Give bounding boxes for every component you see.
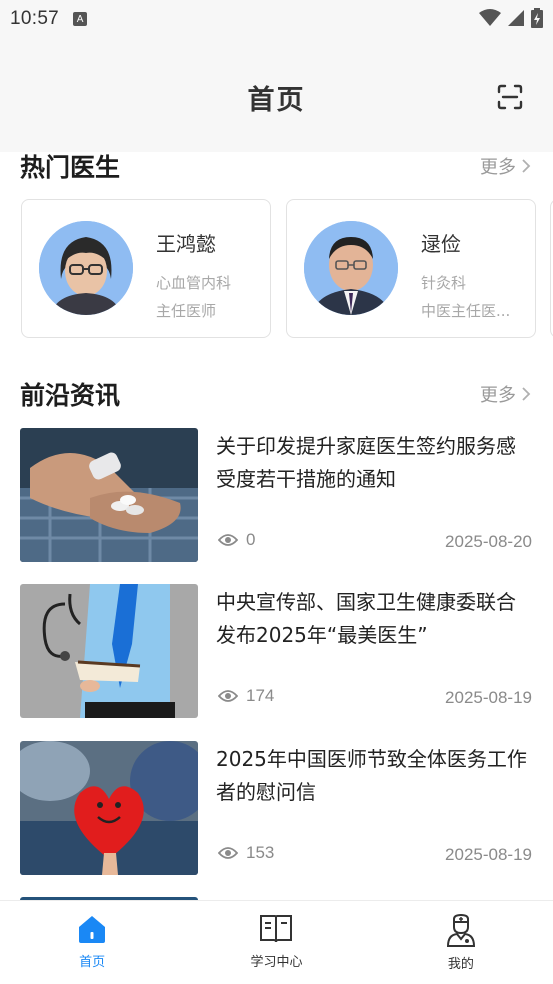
- scan-icon[interactable]: [497, 84, 523, 110]
- news-title-text: 关于印发提升家庭医生签约服务感受度若干措施的通知: [216, 434, 516, 491]
- eye-icon: [218, 690, 238, 702]
- hot-doctors-title: 热门医生: [20, 153, 121, 182]
- news-item[interactable]: 2025年中国医师节致全体医务工作者的慰问信 153 2025-08-19: [20, 741, 533, 875]
- home-content[interactable]: 热门医生 更多 王鸿懿 心血管内科 主任医师 逯俭 针灸科 中医主任医... 前…: [0, 152, 553, 900]
- nav-home-label: 首页: [79, 955, 106, 970]
- book-icon: [260, 915, 293, 943]
- hot-doctors-header: 热门医生 更多: [20, 152, 531, 184]
- page-title: 首页: [247, 84, 306, 116]
- news-view-count: 153: [218, 843, 274, 863]
- doctor-title: 主任医师: [156, 302, 217, 320]
- news-more-link[interactable]: 更多: [480, 381, 531, 407]
- doctor-avatar: [39, 221, 133, 315]
- doctor-department: 心血管内科: [156, 274, 232, 292]
- nav-profile[interactable]: 我的: [369, 901, 553, 984]
- news-title-text: 2025年中国医师节致全体医务工作者的慰问信: [216, 747, 527, 804]
- notification-icon: A: [73, 12, 88, 26]
- battery-icon: [531, 8, 543, 28]
- news-title: 前沿资讯: [20, 381, 121, 410]
- bottom-nav: 首页 学习中心 我的: [0, 900, 553, 984]
- doctor-department: 针灸科: [421, 274, 467, 292]
- nav-learning-label: 学习中心: [250, 955, 303, 970]
- news-header: 前沿资讯 更多: [20, 376, 531, 412]
- hot-doctors-more-link[interactable]: 更多: [480, 153, 531, 179]
- status-time: 10:57: [10, 8, 60, 29]
- views-value: 0: [246, 530, 256, 549]
- doctor-profile-icon: [446, 913, 475, 947]
- news-view-count: 0: [218, 530, 255, 550]
- doctor-name: 王鸿懿: [156, 232, 216, 256]
- news-date: 2025-08-19: [445, 688, 532, 707]
- more-label: 更多: [480, 157, 516, 178]
- views-value: 174: [246, 686, 275, 705]
- status-bar: 10:57 A: [0, 0, 553, 38]
- views-value: 153: [246, 843, 275, 862]
- news-item[interactable]: 中央宣传部、国家卫生健康委联合发布2025年“最美医生” 174 2025-08…: [20, 584, 533, 718]
- news-title-text: 中央宣传部、国家卫生健康委联合发布2025年“最美医生”: [216, 590, 516, 647]
- news-thumbnail: [20, 428, 198, 562]
- eye-icon: [218, 534, 238, 546]
- doctor-card[interactable]: 逯俭 针灸科 中医主任医...: [286, 199, 536, 338]
- doctor-title: 中医主任医...: [421, 302, 511, 320]
- more-label: 更多: [480, 385, 516, 406]
- status-icons: [479, 8, 543, 28]
- news-date: 2025-08-20: [445, 532, 532, 551]
- home-icon: [79, 916, 106, 943]
- news-thumbnail: [20, 741, 198, 875]
- signal-icon: [508, 10, 524, 26]
- chevron-right-icon: [522, 159, 531, 173]
- doctor-avatar: [304, 221, 398, 315]
- news-thumbnail: [20, 584, 198, 718]
- nav-learning-center[interactable]: 学习中心: [184, 901, 368, 984]
- nav-home[interactable]: 首页: [0, 901, 184, 984]
- app-header: 首页: [0, 38, 553, 152]
- news-date: 2025-08-19: [445, 845, 532, 864]
- eye-icon: [218, 847, 238, 859]
- nav-profile-label: 我的: [447, 957, 474, 972]
- chevron-right-icon: [522, 387, 531, 401]
- doctor-card[interactable]: 王鸿懿 心血管内科 主任医师: [21, 199, 271, 338]
- news-view-count: 174: [218, 686, 274, 706]
- doctor-name: 逯俭: [421, 232, 461, 256]
- wifi-icon: [479, 9, 501, 26]
- news-item[interactable]: 关于印发提升家庭医生签约服务感受度若干措施的通知 0 2025-08-20: [20, 428, 533, 562]
